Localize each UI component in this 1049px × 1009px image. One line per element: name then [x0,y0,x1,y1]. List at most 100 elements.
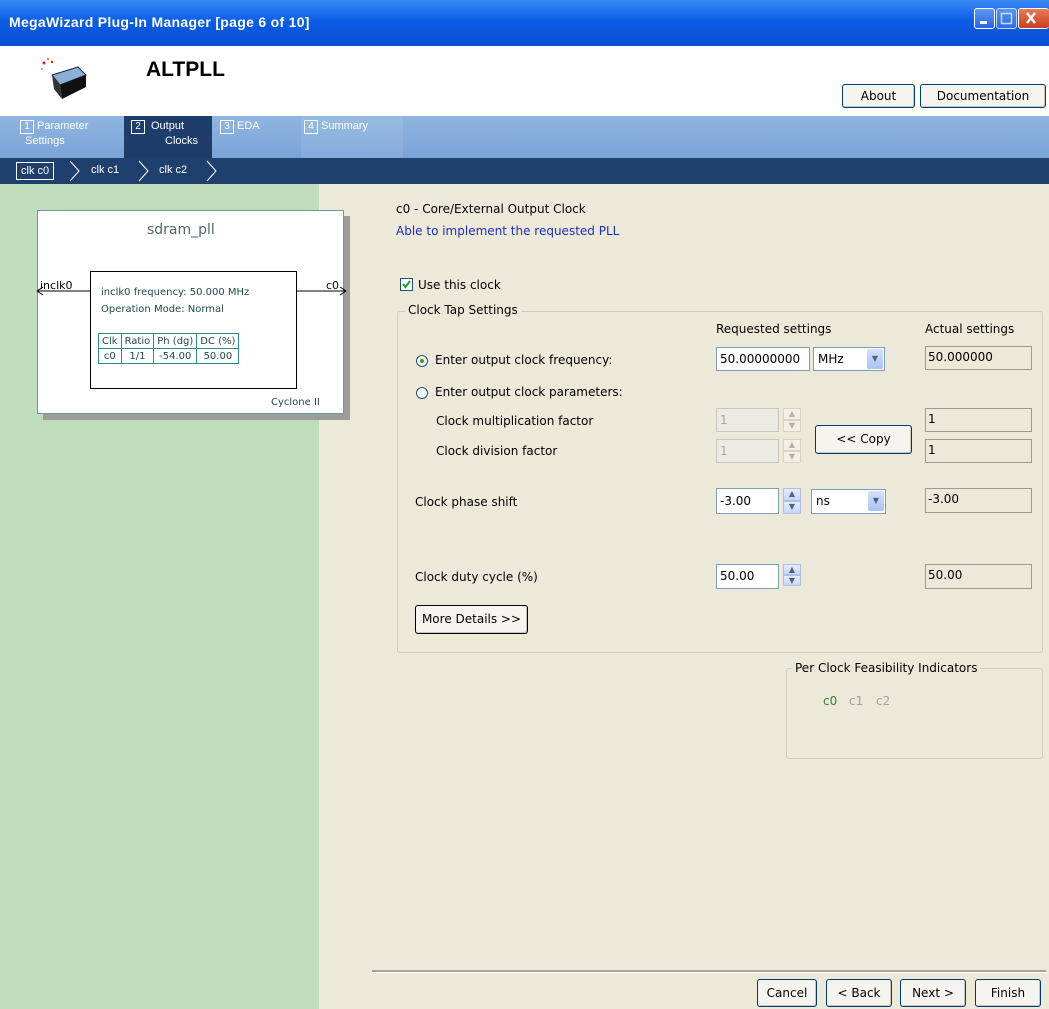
output-frequency-label: Enter output clock frequency: [435,353,613,367]
actual-settings-header: Actual settings [925,322,1015,336]
maximize-button[interactable] [996,8,1017,29]
close-button[interactable] [1018,8,1049,29]
back-button[interactable]: < Back [826,979,892,1007]
app-title: ALTPLL [146,58,225,81]
table-cell: -54.00 [153,348,198,364]
checkmark-icon [402,280,411,289]
feasibility-indicator-c2: c2 [876,694,891,708]
spin-up-icon[interactable]: ▲ [783,488,801,501]
tab-parameter-settings[interactable]: 1 Parameter Settings [17,116,117,158]
table-header-cell: DC (%) [196,333,240,349]
use-clock-label: Use this clock [418,278,501,292]
tab-eda[interactable]: 3 EDA [217,116,297,158]
tab-label: Parameter [37,120,89,132]
chevron-right-icon [69,160,80,182]
group-title: Clock Tap Settings [405,303,521,317]
operation-mode-text: Operation Mode: Normal [101,304,224,315]
spin-down-icon[interactable]: ▼ [783,575,801,586]
table-header-cell: Ratio [120,333,155,349]
multiplication-spinner[interactable]: ▲ ▼ [783,408,801,432]
division-factor-input[interactable]: 1 [716,439,779,463]
spin-up-icon[interactable]: ▲ [783,564,801,575]
about-button[interactable]: About [842,84,915,108]
minimize-icon [980,21,987,24]
table-header-row: Clk Ratio Ph (dg) DC (%) [98,333,240,349]
pll-instance-name: sdram_pll [147,222,215,238]
duty-cycle-label: Clock duty cycle (%) [415,570,538,584]
clock-heading: c0 - Core/External Output Clock [396,202,586,216]
spin-down-icon[interactable]: ▼ [783,451,801,463]
multiplication-actual-value: 1 [925,408,1032,432]
copy-button[interactable]: << Copy [815,425,912,454]
tab-number: 2 [131,120,145,134]
chevron-right-icon [206,160,217,182]
table-header-cell: Ph (dg) [153,333,198,349]
close-icon [1026,12,1036,24]
tab-number: 3 [220,120,234,134]
duty-cycle-spinner[interactable]: ▲ ▼ [783,564,801,586]
table-cell: 1/1 [120,348,155,364]
chevron-right-icon [138,160,149,182]
tab-label: Summary [321,120,369,132]
tab-output-clocks[interactable]: 2 Output Clocks [124,116,212,158]
use-clock-checkbox[interactable] [400,278,413,291]
multiplication-factor-input[interactable]: 1 [716,408,779,432]
select-value: ns [816,494,830,508]
subtab-clk-c1[interactable]: clk c1 [91,161,119,179]
division-factor-label: Clock division factor [436,444,558,458]
next-button[interactable]: Next > [900,979,966,1007]
tab-label: Clocks [165,135,199,147]
spin-up-icon[interactable]: ▲ [783,408,801,420]
input-arrow-icon [36,286,91,296]
window-title: MegaWizard Plug-In Manager [page 6 of 10… [9,14,310,30]
minimize-button[interactable] [974,8,995,29]
spin-down-icon[interactable]: ▼ [783,420,801,432]
feasibility-indicator-c1: c1 [849,694,864,708]
input-frequency-text: inclk0 frequency: 50.000 MHz [101,287,250,298]
select-value: MHz [818,352,844,366]
multiplication-factor-label: Clock multiplication factor [436,414,594,428]
duty-cycle-input[interactable]: 50.00 [716,564,779,589]
documentation-button[interactable]: Documentation [920,84,1046,108]
subtab-clk-c0[interactable]: clk c0 [16,162,55,180]
device-family-label: Cyclone II [271,397,320,408]
status-message: Able to implement the requested PLL [396,224,620,238]
output-frequency-radio[interactable] [416,355,428,367]
requested-settings-header: Requested settings [716,322,832,336]
tab-number: 4 [304,120,318,134]
finish-button[interactable]: Finish [975,979,1041,1007]
tab-number: 1 [20,120,34,134]
feasibility-title: Per Clock Feasibility Indicators [792,661,981,675]
output-parameters-radio[interactable] [416,387,428,399]
spin-up-icon[interactable]: ▲ [783,439,801,451]
division-spinner[interactable]: ▲ ▼ [783,439,801,463]
maximize-icon [1000,12,1013,25]
megawizard-logo-icon [38,55,96,103]
spin-down-icon[interactable]: ▼ [783,501,801,514]
chevron-down-icon: ▼ [868,491,884,511]
radio-selected-dot [420,359,424,363]
tab-label: Settings [25,135,65,147]
chevron-down-icon: ▼ [867,349,883,369]
footer-separator [372,970,1046,973]
tab-summary[interactable]: 4 Summary [301,116,403,158]
subtab-clk-c2[interactable]: clk c2 [159,161,187,179]
phase-unit-select[interactable]: ns ▼ [811,489,886,514]
table-cell: 50.00 [196,348,240,364]
phase-shift-label: Clock phase shift [415,495,518,509]
feasibility-indicator-c0: c0 [823,694,838,708]
cancel-button[interactable]: Cancel [757,979,817,1007]
phase-shift-spinner[interactable]: ▲ ▼ [783,488,801,514]
tab-label: Output [151,120,185,132]
more-details-button[interactable]: More Details >> [415,605,528,634]
clock-summary-table: Clk Ratio Ph (dg) DC (%) c0 1/1 -54.00 5… [98,333,240,364]
phase-shift-input[interactable]: -3.00 [716,488,779,514]
phase-shift-actual-value: -3.00 [925,488,1032,513]
frequency-unit-select[interactable]: MHz ▼ [813,347,885,371]
frequency-actual-value: 50.000000 [925,346,1032,370]
division-actual-value: 1 [925,439,1032,463]
output-parameters-label: Enter output clock parameters: [435,385,623,399]
clock-subtab-strip [0,158,1049,184]
output-frequency-input[interactable]: 50.00000000 [716,347,810,371]
table-row: c0 1/1 -54.00 50.00 [98,348,240,364]
